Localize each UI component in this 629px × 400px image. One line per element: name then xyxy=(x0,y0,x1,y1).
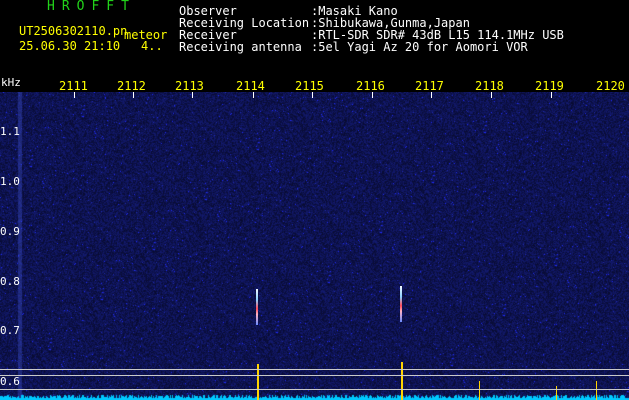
meteor-trail xyxy=(400,286,402,322)
spectrogram-plot xyxy=(0,92,629,400)
signal-spike xyxy=(401,362,403,400)
app-title: HROFFT xyxy=(47,0,136,14)
x-tick-label: 2115 xyxy=(295,79,324,93)
y-tick-label: 0.7 xyxy=(0,324,20,337)
x-tick-label: 2119 xyxy=(535,79,564,93)
y-unit-label: kHz xyxy=(1,76,21,89)
x-tick-mark xyxy=(431,92,432,98)
x-tick-mark xyxy=(372,92,373,98)
x-tick-label: 2113 xyxy=(175,79,204,93)
x-tick-label: 2116 xyxy=(356,79,385,93)
x-tick-label: 2120 xyxy=(596,79,625,93)
x-tick-label: 2111 xyxy=(59,79,88,93)
x-tick-label: 2117 xyxy=(415,79,444,93)
signal-spike xyxy=(596,381,597,400)
x-tick-mark xyxy=(253,92,254,98)
x-tick-mark xyxy=(74,92,75,98)
y-tick-label: 1.1 xyxy=(0,125,20,138)
meteor-trail xyxy=(256,289,258,325)
x-tick-label: 2112 xyxy=(117,79,146,93)
x-tick-mark xyxy=(133,92,134,98)
x-tick-mark xyxy=(551,92,552,98)
file-name: UT2506302110.pn xyxy=(19,24,128,38)
reference-line xyxy=(0,389,629,390)
antenna-label: Receiving antenna xyxy=(179,40,302,54)
x-tick-mark xyxy=(312,92,313,98)
x-tick-label: 2114 xyxy=(236,79,265,93)
signal-spike xyxy=(479,381,480,400)
counter: 4.. xyxy=(141,39,163,53)
spectrogram-canvas xyxy=(0,92,629,400)
y-tick-label: 0.6 xyxy=(0,375,20,388)
x-tick-mark xyxy=(491,92,492,98)
x-tick-mark xyxy=(192,92,193,98)
antenna-value: :5el Yagi Az 20 for Aomori VOR xyxy=(311,40,528,54)
reference-line xyxy=(0,375,629,376)
reference-line xyxy=(0,369,629,370)
y-tick-label: 1.0 xyxy=(0,175,20,188)
x-tick-label: 2118 xyxy=(475,79,504,93)
y-tick-label: 0.8 xyxy=(0,275,20,288)
y-tick-label: 0.9 xyxy=(0,225,20,238)
date-time: 25.06.30 21:10 xyxy=(19,39,121,53)
